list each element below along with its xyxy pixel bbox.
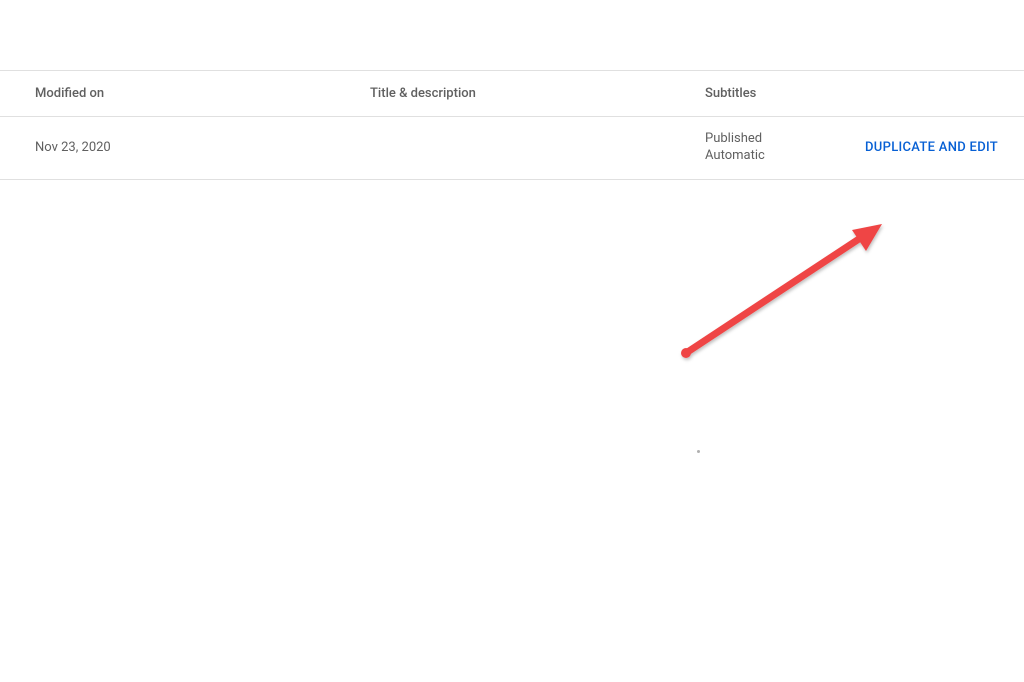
header-action [865,86,1024,101]
duplicate-and-edit-button[interactable]: DUPLICATE AND EDIT [865,140,998,155]
subtitle-status-automatic: Automatic [705,148,865,165]
subtitle-status-published: Published [705,131,865,148]
header-subtitles: Subtitles [705,86,865,101]
header-modified-on: Modified on [0,86,370,101]
cell-action: DUPLICATE AND EDIT [865,140,1024,155]
table-header-row: Modified on Title & description Subtitle… [0,70,1024,117]
cell-modified-date: Nov 23, 2020 [0,140,370,155]
subtitles-table: Modified on Title & description Subtitle… [0,70,1024,180]
header-title-description: Title & description [370,86,705,101]
cell-subtitle-status: Published Automatic [705,131,865,165]
table-row[interactable]: Nov 23, 2020 Published Automatic DUPLICA… [0,117,1024,180]
decorative-dot [697,450,700,453]
